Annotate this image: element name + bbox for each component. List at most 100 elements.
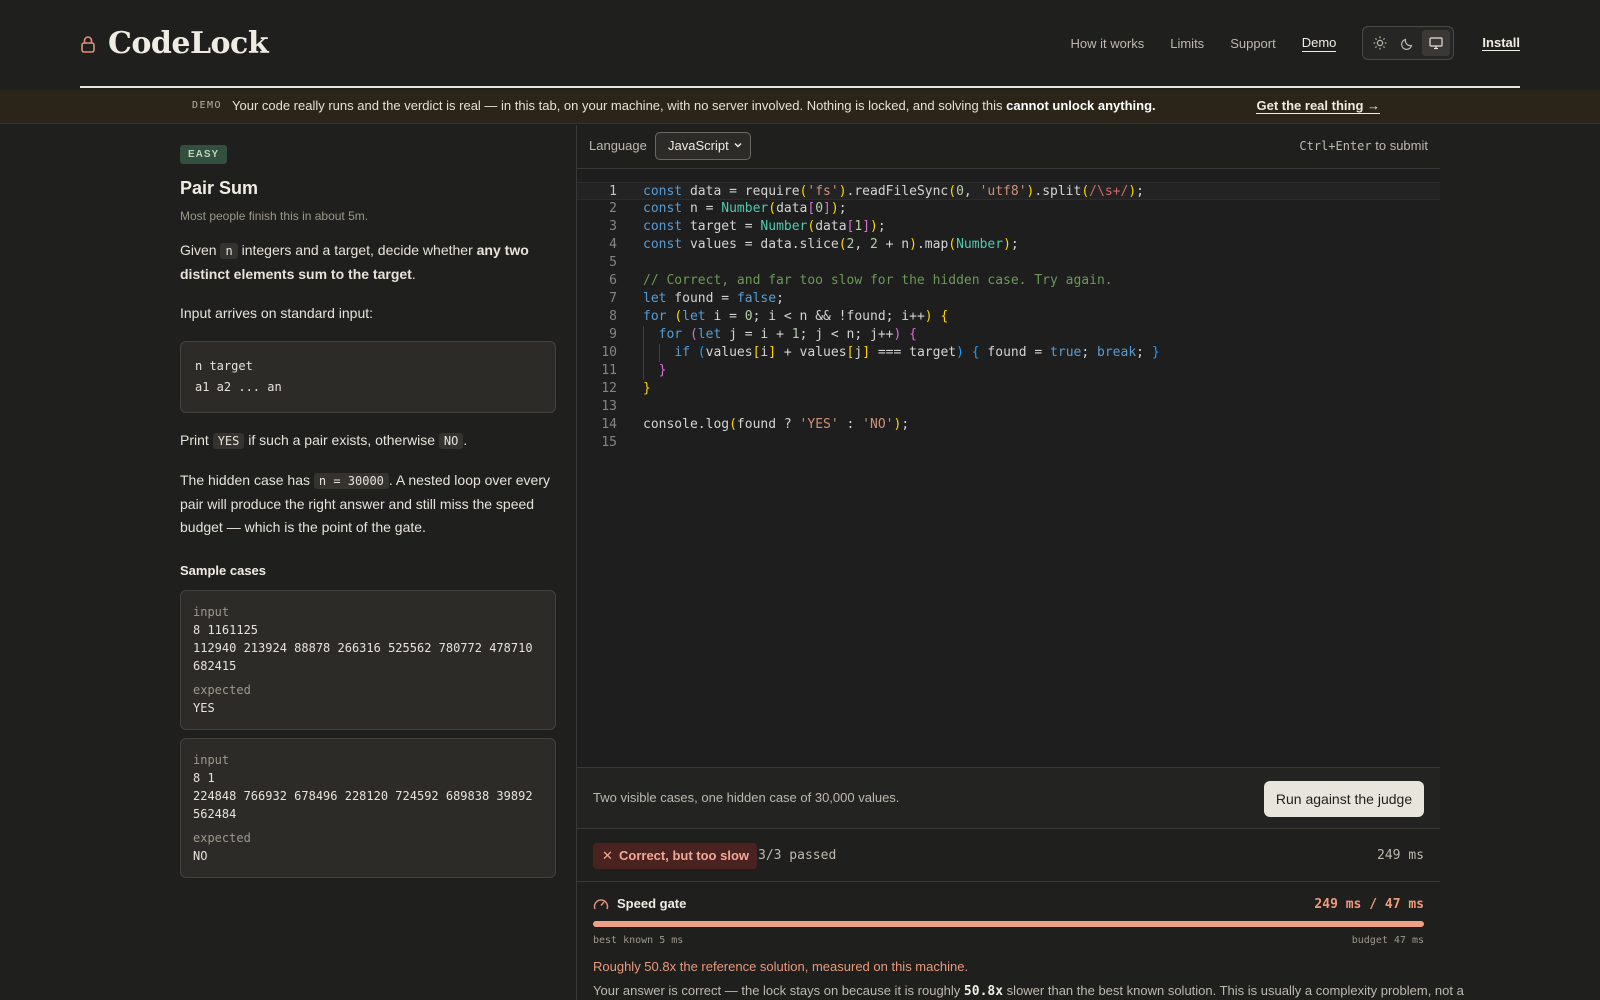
code-line[interactable]: 6 // Correct, and far too slow for the hi… <box>577 272 1440 290</box>
editor-panel: Language JavaScript Ctrl+Enter to submit… <box>576 125 1464 1000</box>
speed-gate: Speed gate 249 ms / 47 ms best known 5 m… <box>577 883 1464 1000</box>
sun-icon <box>1373 36 1387 50</box>
code-line[interactable]: 11 } <box>577 362 1440 380</box>
line-number: 10 <box>601 345 617 360</box>
code-text: console.log(found ? 'YES' : 'NO'); <box>643 417 910 432</box>
result-bar: ✕ Correct, but too slow 3/3 passed 249 ms <box>577 830 1440 882</box>
code-line[interactable]: 13 <box>577 398 1440 416</box>
nav-how-it-works[interactable]: How it works <box>1071 36 1145 51</box>
close-icon: ✕ <box>602 848 613 863</box>
output-description: Print YES if such a pair exists, otherwi… <box>180 432 468 449</box>
speed-gate-fill <box>593 921 1424 927</box>
problem-eta: Most people finish this in about 5m. <box>180 209 369 223</box>
demo-banner-text: Your code really runs and the verdict is… <box>232 98 1156 113</box>
nav-demo[interactable]: Demo <box>1301 35 1337 52</box>
code-text: // Correct, and far too slow for the hid… <box>643 273 1113 288</box>
chevron-down-icon <box>734 142 742 148</box>
site-header: CodeLock How it works Limits Support Dem… <box>80 0 1520 88</box>
speed-gate-bar <box>593 921 1424 927</box>
problem-title: Pair Sum <box>180 178 259 198</box>
main-nav: How it works Limits Support Demo Install <box>1045 26 1520 60</box>
code-line[interactable]: 12} <box>577 380 1440 398</box>
code-line[interactable]: 8 for (let i = 0; i < n && !found; i++) { <box>577 308 1440 326</box>
lock-icon <box>80 35 98 53</box>
code-text: if (values[i] + values[j] === target) { … <box>674 345 1160 360</box>
code-text: const n = Number(data[0]); <box>643 201 847 216</box>
code-line[interactable]: 3 const target = Number(data[1]); <box>577 218 1440 236</box>
nav-limits[interactable]: Limits <box>1170 36 1204 51</box>
line-number: 11 <box>601 363 617 378</box>
problem-description: Given n integers and a target, decide wh… <box>180 242 529 282</box>
best-known-time: best known 5 ms <box>593 935 684 946</box>
speed-ratio: 249 ms / 47 ms <box>1314 897 1424 912</box>
line-number: 5 <box>609 255 617 270</box>
code-line[interactable]: 10 if (values[i] + values[j] === target)… <box>577 344 1440 362</box>
install-link[interactable]: Install <box>1482 35 1520 51</box>
theme-dark-button[interactable] <box>1394 30 1422 56</box>
line-number: 7 <box>609 291 617 306</box>
run-judge-button[interactable]: Run against the judge <box>1264 781 1424 817</box>
code-text: const values = data.slice(2, 2 + n).map(… <box>643 237 1019 252</box>
theme-switcher <box>1362 26 1455 60</box>
code-line[interactable]: 5 <box>577 254 1440 272</box>
nav-support[interactable]: Support <box>1230 36 1276 51</box>
code-text: let found = false; <box>643 291 784 306</box>
line-number: 8 <box>609 309 617 324</box>
theme-system-button[interactable] <box>1422 30 1451 56</box>
input-format-block: n target a1 a2 ... an <box>180 341 556 413</box>
code-line[interactable]: 1 const data = require('fs').readFileSync… <box>577 182 1440 200</box>
passed-count: 3/3 passed <box>758 848 837 863</box>
gauge-icon <box>593 898 609 909</box>
code-text: for (let i = 0; i < n && !found; i++) { <box>643 309 949 324</box>
code-text: const data = require('fs').readFileSync(… <box>643 184 1144 199</box>
line-number: 2 <box>609 201 617 216</box>
code-line[interactable]: 14 console.log(found ? 'YES' : 'NO'); <box>577 416 1440 434</box>
theme-light-button[interactable] <box>1366 30 1394 56</box>
code-text: } <box>643 381 651 396</box>
line-number: 12 <box>601 381 617 396</box>
samples-heading: Sample cases <box>180 563 267 578</box>
input-intro: Input arrives on standard input: <box>180 305 374 321</box>
verdict-badge: ✕ Correct, but too slow <box>593 843 757 869</box>
editor-toolbar: Language JavaScript Ctrl+Enter to submit <box>577 125 1440 169</box>
code-text: } <box>658 363 667 378</box>
submit-bar: Two visible cases, one hidden case of 30… <box>577 767 1440 829</box>
line-number: 13 <box>601 399 617 414</box>
line-number: 9 <box>609 327 617 342</box>
speed-gate-heading: Speed gate <box>593 896 686 911</box>
line-number: 3 <box>609 219 617 234</box>
code-line[interactable]: 15 <box>577 434 1440 452</box>
line-number: 14 <box>601 417 617 432</box>
code-line[interactable]: 2 const n = Number(data[0]); <box>577 200 1440 218</box>
code-line[interactable]: 9 for (let j = i + 1; j < n; j++) { <box>577 326 1440 344</box>
code-text: const target = Number(data[1]); <box>643 219 886 234</box>
sample-case: input 8 1161125 112940 213924 88878 2663… <box>180 590 556 730</box>
moon-icon <box>1401 38 1413 50</box>
get-real-thing-link[interactable]: Get the real thing → <box>1256 98 1380 114</box>
brand-name: CodeLock <box>108 26 269 61</box>
demo-tag: DEMO <box>192 100 223 111</box>
code-line[interactable]: 7 let found = false; <box>577 290 1440 308</box>
budget-time: budget 47 ms <box>1351 935 1424 946</box>
sample-case: input 8 1 224848 766932 678496 228120 72… <box>180 738 556 878</box>
line-number: 4 <box>609 237 617 252</box>
code-editor[interactable]: 1 const data = require('fs').readFileSync… <box>577 169 1440 769</box>
submit-note: Two visible cases, one hidden case of 30… <box>593 790 900 805</box>
code-line[interactable]: 4 const values = data.slice(2, 2 + n).map… <box>577 236 1440 254</box>
difficulty-badge: EASY <box>180 145 228 164</box>
code-text: for (let j = i + 1; j < n; j++) { <box>658 327 917 342</box>
language-label: Language <box>589 138 647 153</box>
hidden-case-note: The hidden case has n = 30000. A nested … <box>180 472 551 535</box>
brand[interactable]: CodeLock <box>80 26 269 61</box>
monitor-icon <box>1429 37 1444 50</box>
problem-panel: EASY Pair Sum Most people finish this in… <box>180 125 556 878</box>
speed-multiplier-note: Roughly 50.8x the reference solution, me… <box>593 959 969 974</box>
submit-shortcut-hint: Ctrl+Enter to submit <box>1299 138 1428 153</box>
line-number: 6 <box>609 273 617 288</box>
demo-banner: DEMO Your code really runs and the verdi… <box>0 90 1600 124</box>
language-select[interactable]: JavaScript <box>655 132 751 160</box>
run-time: 249 ms <box>1377 848 1424 863</box>
speed-gate-explanation: Your answer is correct — the lock stays … <box>593 983 1464 999</box>
line-number: 15 <box>601 435 617 450</box>
line-number: 1 <box>609 184 617 199</box>
